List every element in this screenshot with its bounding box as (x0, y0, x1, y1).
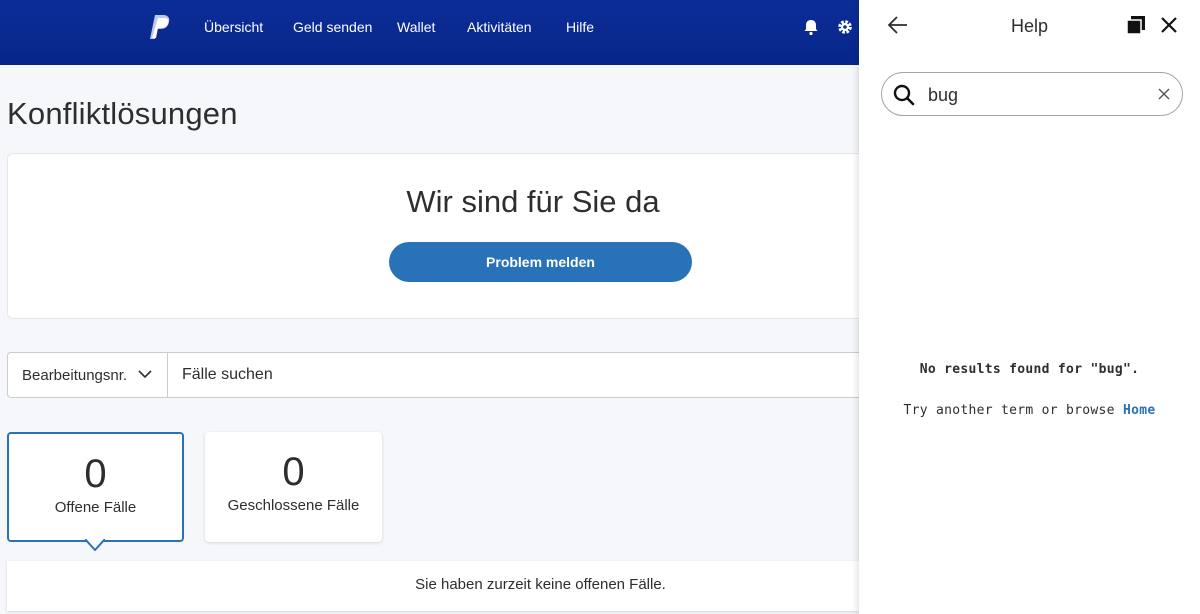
clear-search-icon[interactable] (1158, 88, 1170, 100)
nav-activities[interactable]: Aktivitäten (467, 19, 532, 35)
search-cases-input[interactable] (167, 352, 867, 398)
nav-wallet[interactable]: Wallet (397, 19, 435, 35)
help-panel: Help No results found for "bug". Try ano… (859, 0, 1200, 614)
case-filter-label: Bearbeitungsnr. (22, 367, 128, 384)
help-search-input[interactable] (928, 82, 1148, 108)
closed-cases-card[interactable]: 0 Geschlossene Fälle (205, 432, 382, 542)
gear-icon[interactable] (836, 18, 854, 36)
case-filter-select[interactable]: Bearbeitungsnr. (7, 352, 168, 398)
chevron-down-icon (138, 370, 152, 379)
open-cases-label: Offene Fälle (54, 499, 137, 516)
report-problem-button[interactable]: Problem melden (389, 242, 692, 282)
page-title: Konfliktlösungen (7, 96, 238, 131)
bell-icon[interactable] (802, 18, 820, 36)
open-cases-count: 0 (84, 452, 107, 496)
open-cases-card[interactable]: 0 Offene Fälle (7, 432, 184, 542)
page: Übersicht Geld senden Wallet Aktivitäten… (0, 0, 1200, 614)
nav-overview[interactable]: Übersicht (204, 19, 263, 35)
help-title: Help (1010, 16, 1049, 36)
nav-help[interactable]: Hilfe (566, 19, 594, 35)
close-icon[interactable] (1160, 16, 1178, 34)
popout-icon[interactable] (1126, 15, 1146, 35)
top-navigation-bar: Übersicht Geld senden Wallet Aktivitäten… (0, 0, 859, 65)
support-card (7, 153, 867, 319)
closed-cases-count: 0 (282, 450, 305, 494)
paypal-logo-icon[interactable] (150, 14, 172, 40)
active-card-pointer (85, 539, 105, 551)
nav-send-money[interactable]: Geld senden (293, 19, 372, 35)
try-another-term-line: Try another term or browse Home (859, 403, 1200, 418)
search-icon (893, 84, 915, 106)
help-search-box (881, 72, 1183, 116)
no-results-message: No results found for "bug". (919, 362, 1140, 377)
home-link[interactable]: Home (1123, 403, 1156, 418)
try-another-term-text: Try another term or browse (903, 403, 1115, 418)
closed-cases-label: Geschlossene Fälle (227, 497, 360, 514)
